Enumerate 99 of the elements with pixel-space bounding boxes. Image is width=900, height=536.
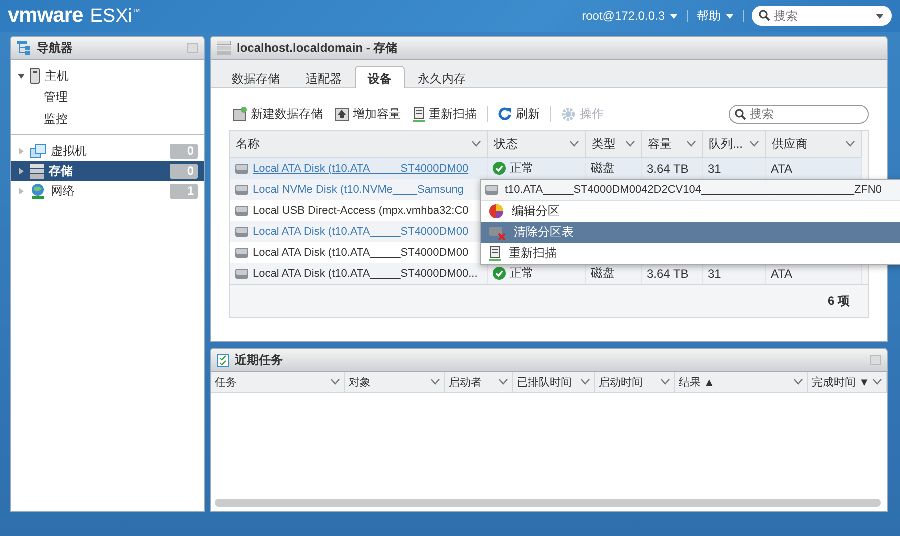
gear-icon <box>561 106 576 122</box>
tab[interactable]: 永久内存 <box>405 66 479 87</box>
nav-item[interactable]: 存储 0 <box>11 161 204 181</box>
scrollbar[interactable] <box>215 499 881 507</box>
storage-icon <box>30 164 44 178</box>
status-text: 正常 <box>510 265 534 282</box>
upload-icon <box>335 108 349 120</box>
caret-icon <box>626 141 635 147</box>
collapse-caret-icon[interactable] <box>18 148 24 154</box>
panel-title: localhost.localdomain - 存储 <box>237 40 399 56</box>
caret-icon <box>670 14 678 18</box>
tab[interactable]: 适配器 <box>293 66 355 87</box>
refresh-icon <box>498 107 512 121</box>
column-header[interactable]: 启动者 <box>445 372 513 393</box>
search-icon <box>735 108 746 120</box>
nav-subitem[interactable]: 管理 <box>44 90 68 104</box>
vmware-logo: vmware <box>8 4 84 28</box>
tab[interactable]: 数据存储 <box>219 66 293 87</box>
status-text: 正常 <box>510 160 534 177</box>
check-icon <box>493 162 506 175</box>
caret-icon <box>581 379 590 385</box>
product-name: ESXi$^{™}$ <box>90 6 140 28</box>
table-cell: ATA <box>771 266 793 280</box>
nav-subitem[interactable]: 监控 <box>44 112 68 126</box>
table-cell: 3.64 TB <box>647 266 689 280</box>
toolbar-button[interactable]: 刷新 <box>494 106 544 122</box>
caret-icon <box>687 141 696 147</box>
column-header[interactable]: 对象 <box>345 372 445 393</box>
column-header[interactable]: 结果 ▲ <box>675 372 808 393</box>
caret-icon <box>570 141 579 147</box>
caret-icon <box>499 379 508 385</box>
storage-icon <box>217 41 231 55</box>
rescan-icon <box>413 106 425 122</box>
table-cell: 3.64 TB <box>647 162 689 176</box>
panel-title: 近期任务 <box>235 352 284 368</box>
menu-item[interactable]: 编辑分区 <box>481 201 900 222</box>
caret-icon <box>750 141 759 147</box>
rescan-icon <box>489 246 501 261</box>
caret-icon <box>331 379 340 385</box>
toolbar-button[interactable]: 增加容量 <box>331 106 405 122</box>
caret-icon <box>661 379 670 385</box>
search-field[interactable]: 搜索 <box>729 104 869 124</box>
help-menu[interactable]: 帮助 <box>688 8 743 24</box>
disk-delete-icon <box>489 226 506 240</box>
column-header[interactable]: 任务 <box>211 372 345 393</box>
search-field[interactable]: 搜索 <box>752 6 892 26</box>
expand-caret-icon[interactable] <box>18 72 24 80</box>
tree-icon <box>17 41 31 55</box>
column-header[interactable]: 完成时间 ▼ <box>808 372 887 393</box>
column-header[interactable]: 状态 <box>488 131 586 158</box>
device-name[interactable]: Local ATA Disk (t10.ATA_____ST4000DM00... <box>253 268 478 280</box>
table-cell: 磁盘 <box>591 160 615 177</box>
item-count: 6 项 <box>828 292 850 310</box>
storage-add-icon <box>233 107 247 121</box>
device-name[interactable]: Local NVMe Disk (t10.NVMe____Samsung <box>253 184 464 196</box>
column-header[interactable]: 容量 <box>642 131 703 158</box>
check-icon <box>493 267 506 280</box>
caret-icon <box>794 379 803 385</box>
maximize-icon[interactable] <box>187 43 198 53</box>
caret-icon <box>876 14 884 19</box>
column-header[interactable]: 名称 <box>230 131 488 158</box>
nav-item[interactable]: 虚拟机 0 <box>11 141 204 161</box>
caret-icon <box>846 141 855 147</box>
windows-icon <box>30 144 46 158</box>
search-icon <box>759 10 770 21</box>
nav-item[interactable]: 网络 1 <box>11 181 204 201</box>
table-cell: 磁盘 <box>591 265 615 282</box>
count-badge: 1 <box>170 184 198 198</box>
tab[interactable]: 设备 <box>355 66 405 88</box>
panel-title: 导航器 <box>37 40 74 56</box>
table-cell: 31 <box>708 266 722 280</box>
menu-title: t10.ATA_____ST4000DM0042D2CV104_________________________ZFN0 <box>505 184 882 196</box>
collapse-caret-icon[interactable] <box>18 168 24 174</box>
table-cell: ATA <box>771 162 793 176</box>
caret-icon <box>726 14 734 18</box>
column-header[interactable]: 已排队时间 <box>513 372 595 393</box>
globe-icon <box>30 183 46 199</box>
count-badge: 0 <box>170 164 198 178</box>
caret-icon <box>431 379 440 385</box>
pie-chart-icon <box>489 204 504 219</box>
maximize-icon[interactable] <box>870 355 881 365</box>
device-name[interactable]: Local ATA Disk (t10.ATA_____ST4000DM00 <box>253 226 469 238</box>
column-header[interactable]: 队列... <box>703 131 766 158</box>
toolbar-button[interactable]: 新建数据存储 <box>229 106 327 122</box>
menu-item[interactable]: 重新扫描 <box>481 243 900 264</box>
menu-item[interactable]: 清除分区表 <box>481 222 900 243</box>
column-header[interactable]: 启动时间 <box>595 372 675 393</box>
toolbar-button[interactable]: 重新扫描 <box>409 106 481 122</box>
count-badge: 0 <box>170 144 198 158</box>
caret-icon <box>472 141 481 147</box>
clipboard-icon <box>217 353 229 367</box>
nav-item[interactable]: 主机 <box>11 66 204 86</box>
table-cell: 31 <box>708 162 722 176</box>
caret-icon <box>873 379 882 385</box>
column-header[interactable]: 类型 <box>586 131 642 158</box>
server-icon <box>30 68 40 84</box>
user-menu[interactable]: root@172.0.0.3 <box>573 9 687 23</box>
column-header[interactable]: 供应商 <box>766 131 862 158</box>
collapse-caret-icon[interactable] <box>18 188 24 194</box>
